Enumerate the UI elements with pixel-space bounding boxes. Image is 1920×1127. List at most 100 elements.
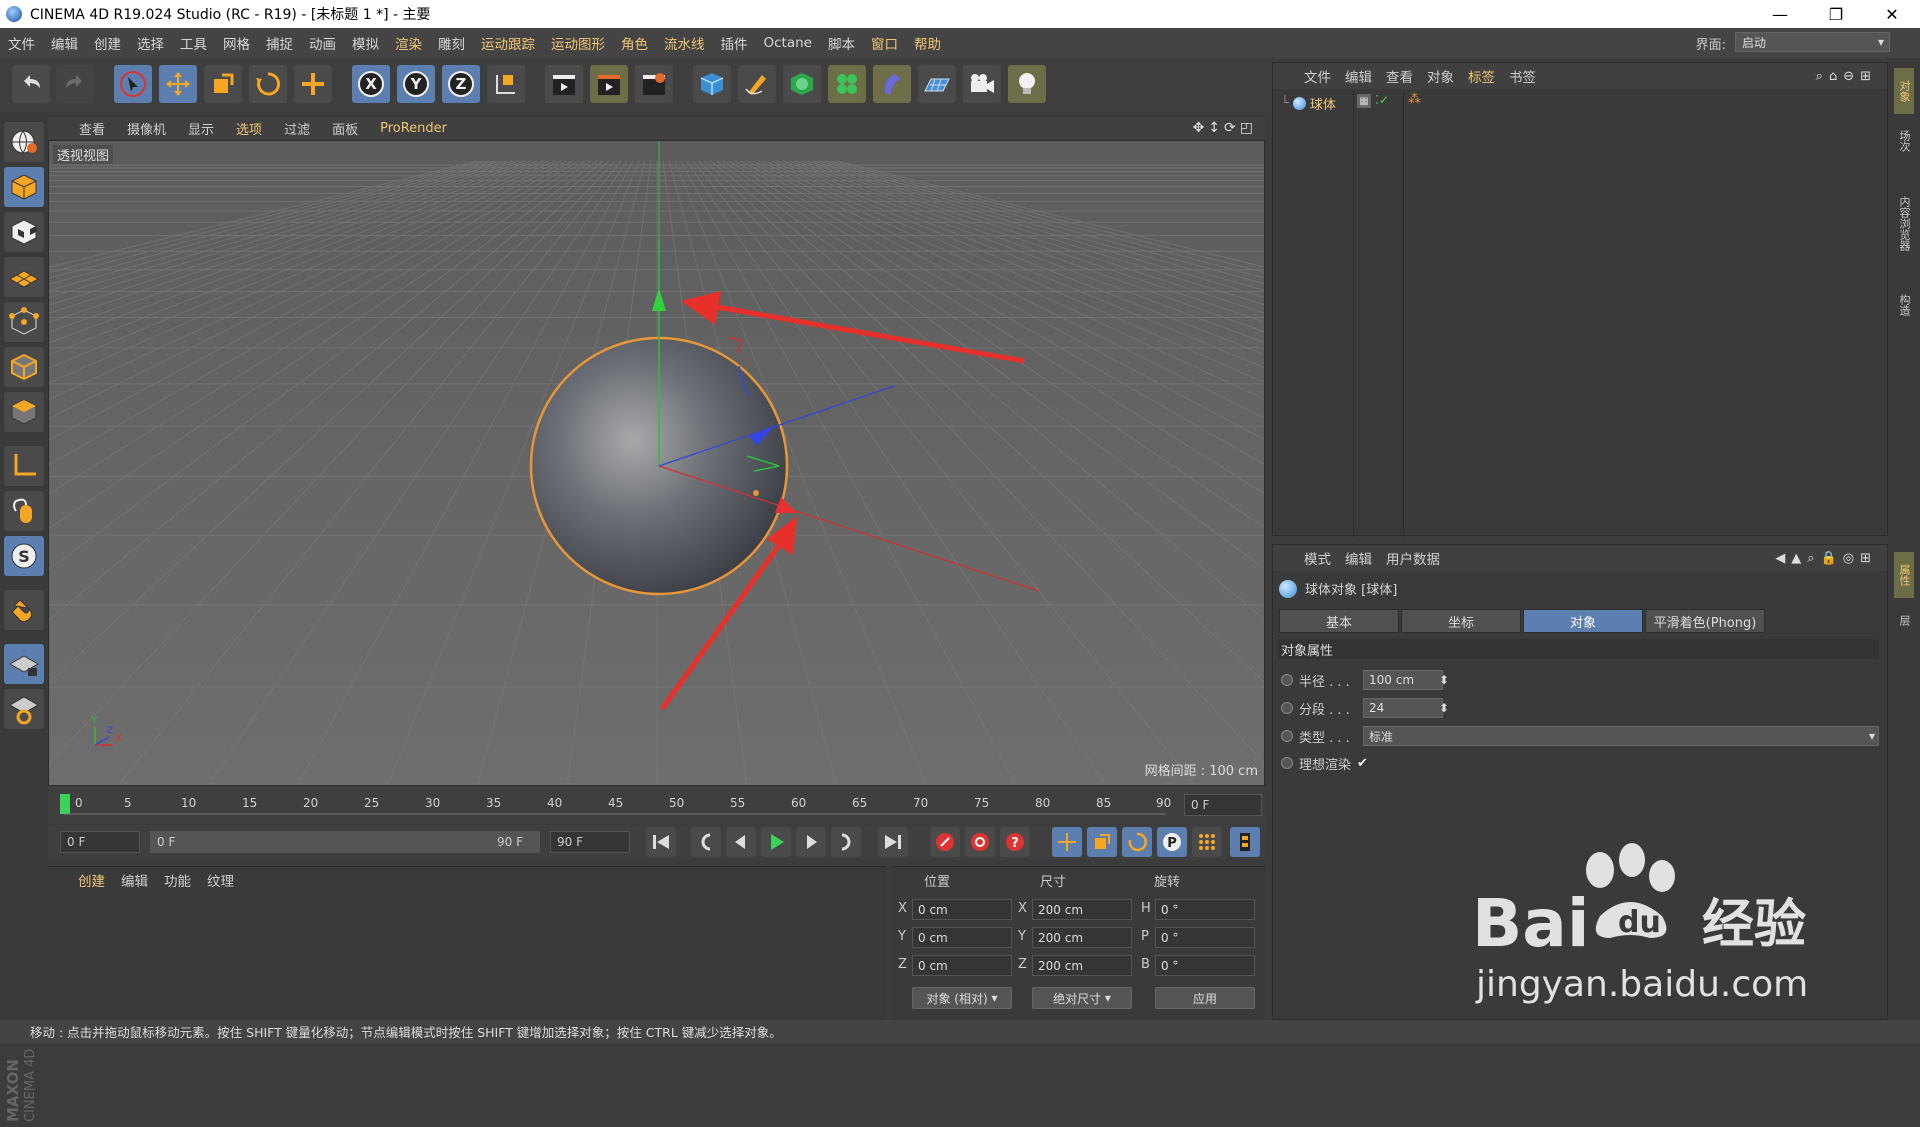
move-tool-button[interactable] [159, 65, 197, 103]
attr-menu-userdata[interactable]: 用户数据 [1379, 548, 1447, 568]
tab-basic[interactable]: 基本 [1279, 609, 1399, 633]
minimize-icon[interactable]: — [1752, 0, 1808, 28]
menu-simulate[interactable]: 模拟 [344, 33, 387, 53]
position-z-field[interactable]: 0 cm [912, 955, 1012, 976]
rotation-b-field[interactable]: 0 ° [1155, 955, 1255, 976]
render-to-picture-viewer-button[interactable] [590, 65, 628, 103]
vp-menu-panel[interactable]: 面板 [321, 119, 369, 138]
segments-animate-toggle[interactable] [1281, 702, 1293, 714]
strip-tab-structure[interactable]: 构造 [1894, 282, 1914, 328]
edges-mode-button[interactable] [4, 347, 44, 387]
render-perfect-checkbox[interactable]: ✔ [1357, 756, 1368, 771]
render-view-button[interactable] [545, 65, 583, 103]
vp-menu-camera[interactable]: 摄像机 [116, 119, 177, 138]
attr-menu-mode[interactable]: 模式 [1297, 548, 1338, 568]
y-axis-lock-button[interactable]: Y [397, 65, 435, 103]
menu-select[interactable]: 选择 [129, 33, 172, 53]
obj-menu-bookmarks[interactable]: 书签 [1502, 66, 1543, 86]
strip-tab-layers[interactable]: 层 [1894, 602, 1914, 638]
material-menu-texture[interactable]: 纹理 [199, 870, 242, 890]
render-perfect-animate-toggle[interactable] [1281, 757, 1293, 769]
menu-character[interactable]: 角色 [613, 33, 656, 53]
menu-edit[interactable]: 编辑 [43, 33, 86, 53]
type-animate-toggle[interactable] [1281, 730, 1293, 742]
strip-tab-content-browser[interactable]: 内容浏览器 [1894, 168, 1914, 278]
next-frame-button[interactable] [796, 827, 826, 857]
apply-button[interactable]: 应用 [1155, 987, 1255, 1009]
live-selection-button[interactable] [114, 65, 152, 103]
vp-menu-view[interactable]: 查看 [68, 119, 116, 138]
obj-menu-tags[interactable]: 标签 [1461, 66, 1502, 86]
keyframe-selection-button[interactable]: ? [1000, 827, 1030, 857]
locked-workplane-button[interactable] [4, 644, 44, 684]
menu-help[interactable]: 帮助 [906, 33, 949, 53]
snap-toggle-button[interactable]: S [4, 536, 44, 576]
coordinate-mode-select[interactable]: 对象 (相对) ▾ [912, 987, 1012, 1009]
scale-tool-button[interactable] [204, 65, 242, 103]
texture-mode-button[interactable] [4, 212, 44, 252]
redo-button[interactable] [56, 65, 94, 103]
position-key-toggle[interactable] [1052, 827, 1082, 857]
menu-pipeline[interactable]: 流水线 [656, 33, 713, 53]
menu-animate[interactable]: 动画 [301, 33, 344, 53]
obj-menu-edit[interactable]: 编辑 [1338, 66, 1379, 86]
menu-mograph[interactable]: 运动图形 [543, 33, 613, 53]
next-keyframe-button[interactable] [831, 827, 861, 857]
coordinate-system-button[interactable] [487, 65, 525, 103]
object-name[interactable]: 球体 [1310, 94, 1336, 113]
rotation-h-field[interactable]: 0 ° [1155, 899, 1255, 920]
prev-keyframe-button[interactable] [691, 827, 721, 857]
preview-range-slider[interactable]: 0 F 90 F [150, 831, 540, 853]
material-menu-edit[interactable]: 编辑 [113, 870, 156, 890]
menu-render[interactable]: 渲染 [387, 33, 430, 53]
model-mode-button[interactable] [4, 167, 44, 207]
menu-plugins[interactable]: 插件 [713, 33, 756, 53]
autokey-button[interactable] [965, 827, 995, 857]
phong-tag-icon[interactable]: ⁂ [1408, 92, 1421, 107]
rotation-p-field[interactable]: 0 ° [1155, 927, 1255, 948]
type-select[interactable]: 标准 ▾ [1363, 726, 1879, 746]
timeline-ruler[interactable]: 0 5 10 15 20 25 30 35 40 45 50 55 60 65 … [48, 786, 1265, 822]
axis-mode-button[interactable] [4, 446, 44, 486]
menu-octane[interactable]: Octane [756, 35, 820, 51]
position-x-field[interactable]: 0 cm [912, 899, 1012, 920]
point-level-key-toggle[interactable] [1192, 827, 1222, 857]
subdivision-surface-button[interactable] [783, 65, 821, 103]
obj-manager-tools-icons[interactable]: ⌕⌂⊖⊞ [1816, 69, 1877, 84]
end-frame-field[interactable]: 90 F [550, 831, 630, 853]
prev-frame-button[interactable] [726, 827, 756, 857]
points-mode-button[interactable] [4, 302, 44, 342]
x-axis-lock-button[interactable]: X [352, 65, 390, 103]
menu-snap[interactable]: 捕捉 [258, 33, 301, 53]
recent-tool-button[interactable] [294, 65, 332, 103]
viewport-nav-icons[interactable]: ✥↕⟳◰ [1193, 120, 1257, 136]
strip-tab-objects[interactable]: 对象 [1894, 68, 1914, 114]
position-y-field[interactable]: 0 cm [912, 927, 1012, 948]
planar-workplane-button[interactable] [4, 689, 44, 729]
light-button[interactable] [1008, 65, 1046, 103]
timeline-window-button[interactable] [1230, 827, 1260, 857]
menu-tools[interactable]: 工具 [172, 33, 215, 53]
current-frame-field[interactable]: 0 F [1184, 794, 1262, 816]
menu-script[interactable]: 脚本 [820, 33, 863, 53]
menu-motion-tracking[interactable]: 运动跟踪 [473, 33, 543, 53]
play-button[interactable] [761, 827, 791, 857]
start-frame-field[interactable]: 0 F [60, 831, 140, 853]
restore-icon[interactable]: ❐ [1808, 0, 1864, 28]
material-menu-function[interactable]: 功能 [156, 870, 199, 890]
make-editable-button[interactable] [4, 122, 44, 162]
tab-object[interactable]: 对象 [1523, 609, 1643, 633]
go-to-end-button[interactable] [878, 827, 908, 857]
obj-menu-objects[interactable]: 对象 [1420, 66, 1461, 86]
camera-button[interactable] [963, 65, 1001, 103]
parameter-key-toggle[interactable]: P [1157, 827, 1187, 857]
vp-menu-display[interactable]: 显示 [177, 119, 225, 138]
record-active-objects-button[interactable] [930, 827, 960, 857]
size-x-field[interactable]: 200 cm [1032, 899, 1132, 920]
scale-key-toggle[interactable] [1087, 827, 1117, 857]
strip-tab-attributes[interactable]: 属性 [1894, 552, 1914, 598]
close-icon[interactable]: ✕ [1864, 0, 1920, 28]
radius-animate-toggle[interactable] [1281, 674, 1293, 686]
undo-button[interactable] [12, 65, 50, 103]
snap-magnet-button[interactable] [4, 590, 44, 630]
